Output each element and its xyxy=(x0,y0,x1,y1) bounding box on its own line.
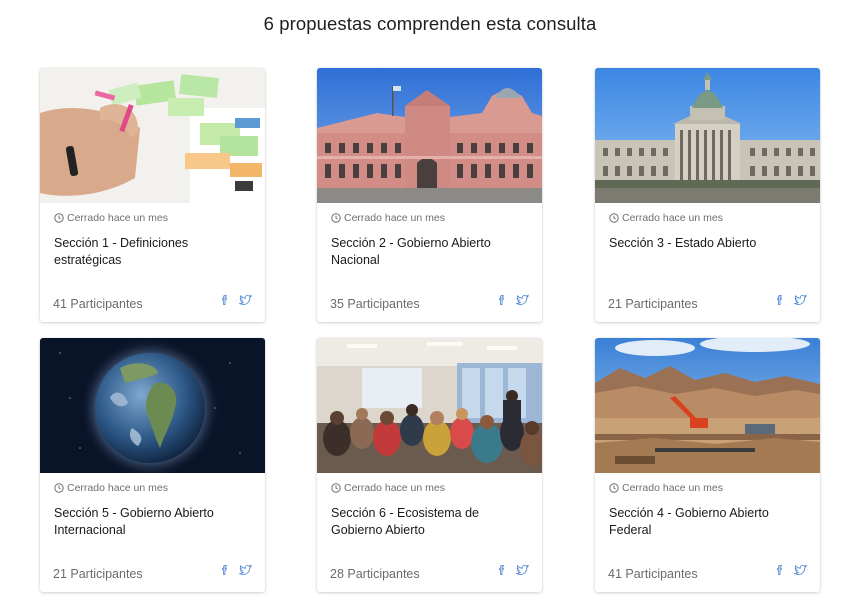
proposal-title[interactable]: Sección 1 - Definiciones estratégicas xyxy=(54,235,252,269)
share-buttons xyxy=(496,563,530,575)
clock-icon xyxy=(609,483,619,493)
status-text: Cerrado hace un mes xyxy=(67,212,168,224)
participants-count: 35 Participantes xyxy=(330,297,420,311)
participants-count: 28 Participantes xyxy=(330,567,420,581)
proposal-status: Cerrado hace un mes xyxy=(54,212,168,224)
twitter-icon[interactable] xyxy=(238,293,253,305)
share-buttons xyxy=(496,293,530,305)
proposal-image-workshop xyxy=(317,338,542,473)
proposal-image-congreso xyxy=(595,68,820,203)
proposal-card-4[interactable]: Cerrado hace un mes Sección 5 - Gobierno… xyxy=(40,338,265,592)
status-text: Cerrado hace un mes xyxy=(67,482,168,494)
proposal-status: Cerrado hace un mes xyxy=(609,212,723,224)
proposal-status: Cerrado hace un mes xyxy=(331,212,445,224)
share-buttons xyxy=(774,293,808,305)
proposal-card-5[interactable]: Cerrado hace un mes Sección 6 - Ecosiste… xyxy=(317,338,542,592)
status-text: Cerrado hace un mes xyxy=(344,482,445,494)
clock-icon xyxy=(54,213,64,223)
proposal-card-3[interactable]: Cerrado hace un mes Sección 3 - Estado A… xyxy=(595,68,820,322)
proposal-card-1[interactable]: Cerrado hace un mes Sección 1 - Definici… xyxy=(40,68,265,322)
proposal-title[interactable]: Sección 2 - Gobierno Abierto Nacional xyxy=(331,235,529,269)
proposal-image-sticky-notes xyxy=(40,68,265,203)
proposal-image-mining-landscape xyxy=(595,338,820,473)
twitter-icon[interactable] xyxy=(793,563,808,575)
participants-count: 41 Participantes xyxy=(608,567,698,581)
status-text: Cerrado hace un mes xyxy=(622,482,723,494)
proposal-title[interactable]: Sección 4 - Gobierno Abierto Federal xyxy=(609,505,807,539)
proposal-card-6[interactable]: Cerrado hace un mes Sección 4 - Gobierno… xyxy=(595,338,820,592)
proposal-title[interactable]: Sección 5 - Gobierno Abierto Internacion… xyxy=(54,505,252,539)
clock-icon xyxy=(331,213,341,223)
proposal-card-2[interactable]: Cerrado hace un mes Sección 2 - Gobierno… xyxy=(317,68,542,322)
twitter-icon[interactable] xyxy=(515,563,530,575)
twitter-icon[interactable] xyxy=(793,293,808,305)
share-buttons xyxy=(219,563,253,575)
participants-count: 21 Participantes xyxy=(608,297,698,311)
proposal-image-casa-rosada xyxy=(317,68,542,203)
status-text: Cerrado hace un mes xyxy=(344,212,445,224)
proposal-title[interactable]: Sección 3 - Estado Abierto xyxy=(609,235,807,252)
twitter-icon[interactable] xyxy=(238,563,253,575)
participants-count: 21 Participantes xyxy=(53,567,143,581)
share-buttons xyxy=(219,293,253,305)
status-text: Cerrado hace un mes xyxy=(622,212,723,224)
share-buttons xyxy=(774,563,808,575)
proposal-image-earth xyxy=(40,338,265,473)
facebook-icon[interactable] xyxy=(219,563,231,575)
proposal-title[interactable]: Sección 6 - Ecosistema de Gobierno Abier… xyxy=(331,505,529,539)
facebook-icon[interactable] xyxy=(496,293,508,305)
twitter-icon[interactable] xyxy=(515,293,530,305)
proposal-status: Cerrado hace un mes xyxy=(331,482,445,494)
participants-count: 41 Participantes xyxy=(53,297,143,311)
facebook-icon[interactable] xyxy=(774,563,786,575)
page-heading: 6 propuestas comprenden esta consulta xyxy=(263,13,597,34)
clock-icon xyxy=(54,483,64,493)
proposal-status: Cerrado hace un mes xyxy=(609,482,723,494)
clock-icon xyxy=(331,483,341,493)
facebook-icon[interactable] xyxy=(219,293,231,305)
proposal-status: Cerrado hace un mes xyxy=(54,482,168,494)
facebook-icon[interactable] xyxy=(496,563,508,575)
facebook-icon[interactable] xyxy=(774,293,786,305)
clock-icon xyxy=(609,213,619,223)
